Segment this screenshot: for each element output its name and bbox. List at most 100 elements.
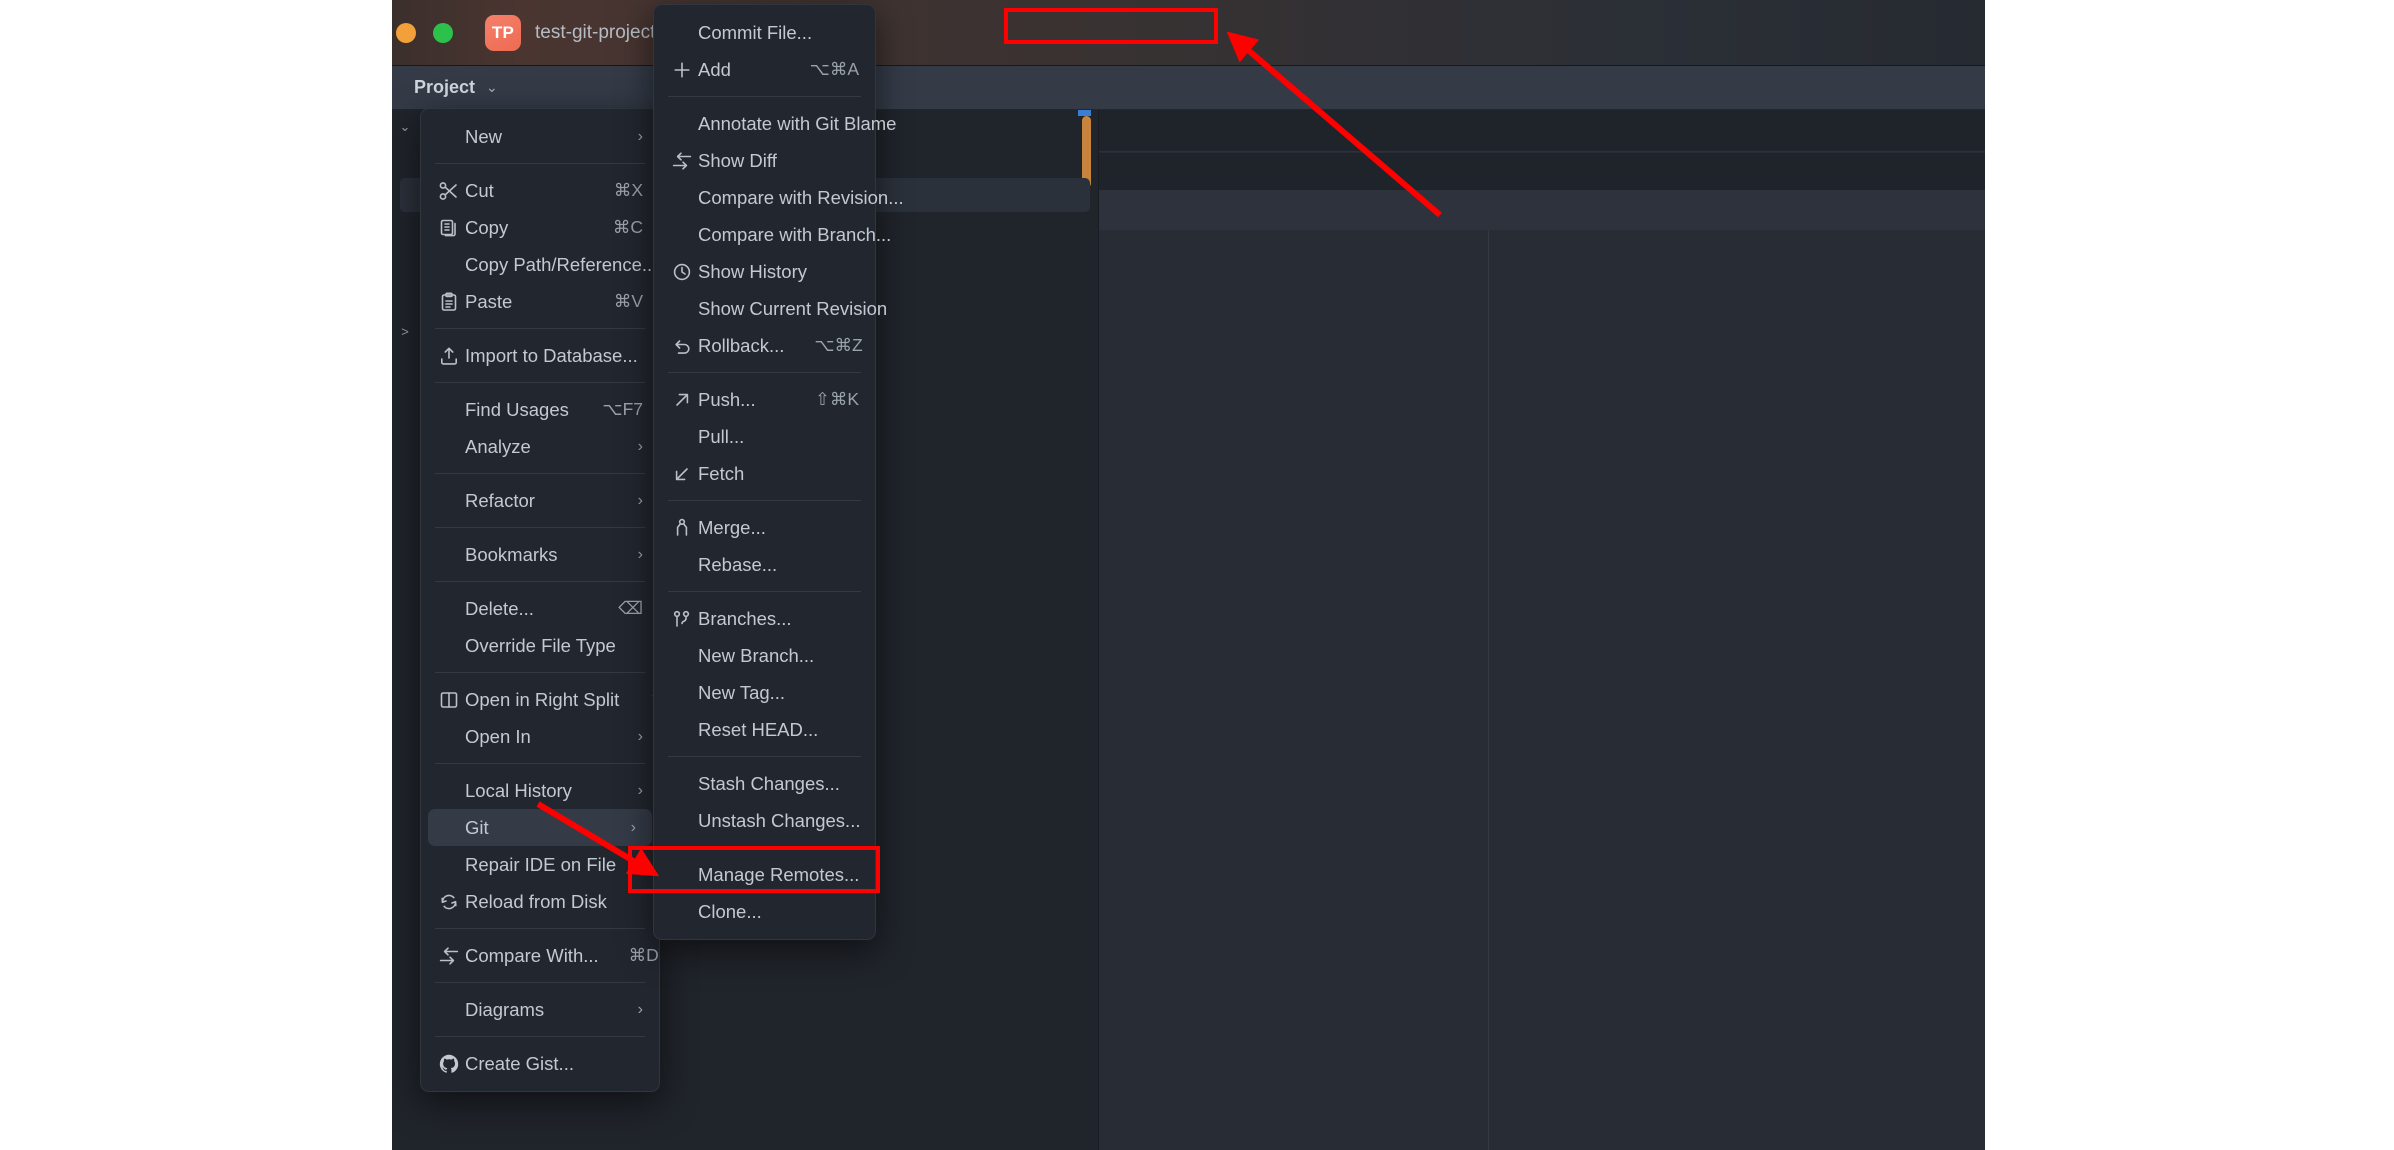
panel-title: Project (414, 77, 475, 98)
menu-item-bookmarks[interactable]: Bookmarks› (421, 536, 659, 573)
menu-item-label: Push... (698, 389, 785, 411)
diff-icon (666, 151, 698, 171)
menu-item-merge[interactable]: Merge... (654, 509, 875, 546)
menu-item-add[interactable]: Add⌥⌘A (654, 51, 875, 88)
expand-chevron-icon[interactable]: ⌄ (392, 119, 418, 135)
menu-item-label: Fetch (698, 463, 859, 485)
menu-item-show-diff[interactable]: Show Diff (654, 142, 875, 179)
menu-item-compare-with-revision[interactable]: Compare with Revision... (654, 179, 875, 216)
menu-item-delete[interactable]: Delete...⌫ (421, 590, 659, 627)
menu-item-new-tag[interactable]: New Tag... (654, 674, 875, 711)
menu-item-rebase[interactable]: Rebase... (654, 546, 875, 583)
menu-item-annotate-with-git-blame[interactable]: Annotate with Git Blame (654, 105, 875, 142)
menu-item-compare-with-branch[interactable]: Compare with Branch... (654, 216, 875, 253)
menu-separator (435, 581, 645, 582)
menu-separator (668, 500, 861, 501)
menu-item-label: Stash Changes... (698, 773, 859, 795)
file-context-menu[interactable]: New›Cut⌘XCopy⌘CCopy Path/Reference...Pas… (420, 108, 660, 1092)
menu-item-commit-file[interactable]: Commit File... (654, 14, 875, 51)
menu-item-label: Show Diff (698, 150, 859, 172)
menu-item-stash-changes[interactable]: Stash Changes... (654, 765, 875, 802)
menu-item-fetch[interactable]: Fetch (654, 455, 875, 492)
menu-item-cut[interactable]: Cut⌘X (421, 172, 659, 209)
menu-item-label: New Branch... (698, 645, 859, 667)
menu-item-copy-path-reference[interactable]: Copy Path/Reference... (421, 246, 659, 283)
editor-band-2 (1099, 153, 1985, 190)
menu-item-label: Reload from Disk (465, 891, 643, 913)
window-controls[interactable] (396, 23, 453, 43)
editor-divider (1488, 230, 1489, 1150)
git-submenu[interactable]: Commit File... Add⌥⌘A Annotate with Git Bl… (653, 4, 876, 940)
menu-item-label: New (465, 126, 608, 148)
menu-item-analyze[interactable]: Analyze› (421, 428, 659, 465)
menu-item-reload-from-disk[interactable]: Reload from Disk (421, 883, 659, 920)
menu-item-open-in[interactable]: Open In› (421, 718, 659, 755)
git-branch-icon (666, 609, 698, 629)
menu-item-label: Clone... (698, 901, 859, 923)
menu-item-show-current-revision[interactable]: Show Current Revision (654, 290, 875, 327)
menu-item-label: Repair IDE on File (465, 854, 643, 876)
menu-item-label: Show Current Revision (698, 298, 887, 320)
minimize-button[interactable] (396, 23, 416, 43)
paste-icon (433, 292, 465, 312)
menu-item-rollback[interactable]: Rollback...⌥⌘Z (654, 327, 875, 364)
fetch-arrow-icon (666, 464, 698, 484)
menu-item-refactor[interactable]: Refactor› (421, 482, 659, 519)
scissors-icon (433, 181, 465, 201)
menu-item-unstash-changes[interactable]: Unstash Changes... (654, 802, 875, 839)
menu-item-label: Pull... (698, 426, 859, 448)
clock-icon (666, 262, 698, 282)
menu-item-manage-remotes[interactable]: Manage Remotes... (654, 856, 875, 893)
menu-item-label: Compare with Branch... (698, 224, 891, 246)
menu-item-compare-with[interactable]: Compare With...⌘D (421, 937, 659, 974)
menu-item-push[interactable]: Push... ⇧⌘K (654, 381, 875, 418)
menu-item-shortcut: ⌘C (613, 217, 643, 238)
maximize-button[interactable] (433, 23, 453, 43)
menu-item-open-in-right-split[interactable]: Open in Right Split⇧↵ (421, 681, 659, 718)
split-icon (433, 690, 465, 710)
menu-item-find-usages[interactable]: Find Usages⌥F7 (421, 391, 659, 428)
menu-item-clone[interactable]: Clone... (654, 893, 875, 930)
menu-separator (668, 591, 861, 592)
project-badge-icon: TP (485, 15, 521, 51)
menu-item-override-file-type[interactable]: Override File Type (421, 627, 659, 664)
project-panel-header[interactable]: Project ⌄ (392, 66, 1985, 110)
menu-item-copy[interactable]: Copy ⌘C (421, 209, 659, 246)
title-bar: TP test-git-project ⌄ master ⌄ (392, 0, 1985, 66)
menu-item-label: Open In (465, 726, 608, 748)
menu-separator (435, 473, 645, 474)
menu-item-label: New Tag... (698, 682, 859, 704)
menu-item-label: Rollback... (698, 335, 784, 357)
menu-item-pull[interactable]: Pull... (654, 418, 875, 455)
menu-item-new[interactable]: New› (421, 118, 659, 155)
menu-item-reset-head[interactable]: Reset HEAD... (654, 711, 875, 748)
menu-item-shortcut: ⇧⌘K (815, 389, 859, 410)
menu-item-branches[interactable]: Branches... (654, 600, 875, 637)
submenu-chevron-icon: › (638, 492, 643, 510)
editor-band-1 (1099, 110, 1985, 152)
menu-item-paste[interactable]: Paste⌘V (421, 283, 659, 320)
menu-item-label: Add (698, 59, 780, 81)
merge-icon (666, 518, 698, 538)
menu-item-label: Create Gist... (465, 1053, 643, 1075)
menu-separator (435, 763, 645, 764)
menu-item-label: Merge... (698, 517, 859, 539)
menu-item-diagrams[interactable]: Diagrams› (421, 991, 659, 1028)
menu-separator (435, 527, 645, 528)
menu-item-label: Open in Right Split (465, 689, 619, 711)
menu-item-git[interactable]: Git› (428, 809, 652, 846)
menu-item-label: Branches... (698, 608, 859, 630)
menu-item-label: Copy Path/Reference... (465, 254, 657, 276)
menu-item-repair-ide-on-file[interactable]: Repair IDE on File (421, 846, 659, 883)
menu-item-label: Commit File... (698, 22, 859, 44)
menu-item-show-history[interactable]: Show History (654, 253, 875, 290)
menu-item-new-branch[interactable]: New Branch... (654, 637, 875, 674)
menu-item-local-history[interactable]: Local History› (421, 772, 659, 809)
menu-item-create-gist[interactable]: Create Gist... (421, 1045, 659, 1082)
expand-chevron-icon[interactable]: > (392, 324, 418, 339)
menu-item-shortcut: ⌘V (614, 291, 643, 312)
menu-item-label: Copy (465, 217, 583, 239)
copy-icon (433, 218, 465, 238)
menu-separator (435, 163, 645, 164)
menu-item-import-to-database[interactable]: Import to Database... (421, 337, 659, 374)
